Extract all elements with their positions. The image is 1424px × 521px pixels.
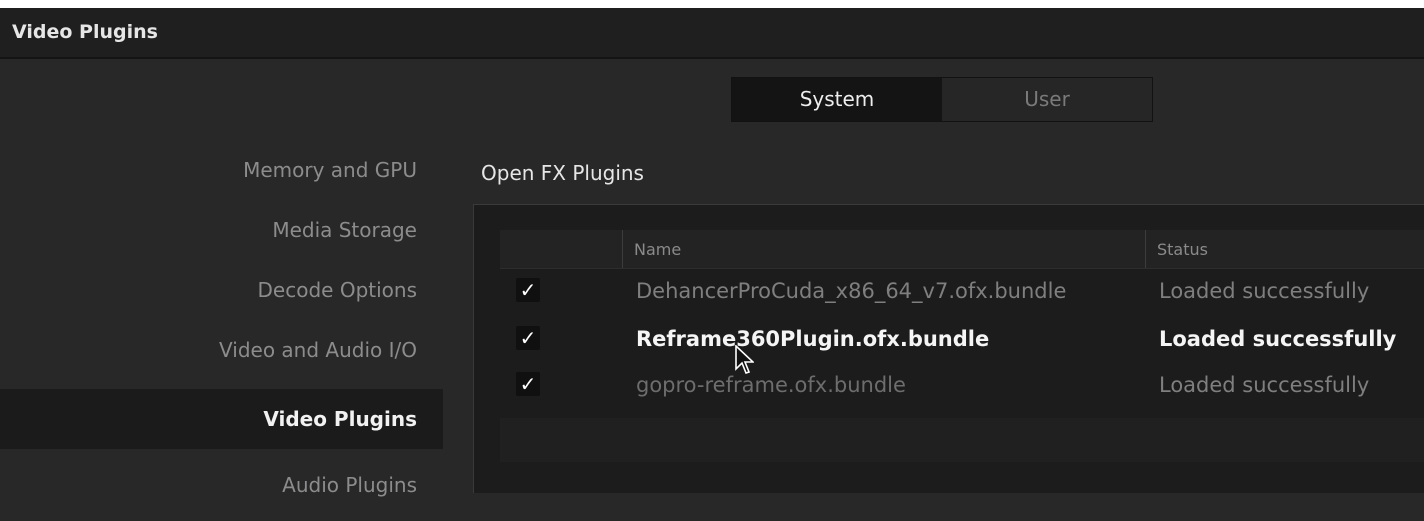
plugin-name: DehancerProCuda_x86_64_v7.ofx.bundle [636,279,1067,303]
plugin-status: Loaded successfully [1159,373,1370,397]
sidebar: Memory and GPU Media Storage Decode Opti… [0,140,443,497]
section-title: Open FX Plugins [481,161,644,185]
plugin-status: Loaded successfully [1159,327,1397,351]
table-row[interactable]: ✓ Reframe360Plugin.ofx.bundle Loaded suc… [500,318,1424,362]
sidebar-item-audio-plugins[interactable]: Audio Plugins [0,449,443,509]
sidebar-item-video-and-audio-io[interactable]: Video and Audio I/O [0,320,443,380]
header-divider [1145,230,1146,268]
title-bar: Video Plugins [0,8,1424,59]
table-row[interactable]: ✓ DehancerProCuda_x86_64_v7.ofx.bundle L… [500,270,1424,314]
system-user-toggle: System User [731,77,1153,122]
header-check-column [500,230,623,268]
header-name[interactable]: Name [634,240,681,259]
plugins-table: Name Status ✓ DehancerProCuda_x86_64_v7.… [500,230,1424,493]
checkmark-icon[interactable]: ✓ [516,326,540,350]
sidebar-item-memory-and-gpu[interactable]: Memory and GPU [0,140,443,200]
checkmark-icon[interactable]: ✓ [516,278,540,302]
mouse-pointer-icon [735,345,754,374]
tab-system[interactable]: System [732,78,942,121]
table-row[interactable]: ✓ gopro-reframe.ofx.bundle Loaded succes… [500,364,1424,408]
sidebar-item-video-plugins[interactable]: Video Plugins [0,389,443,449]
window-title: Video Plugins [12,21,158,43]
sidebar-item-decode-options[interactable]: Decode Options [0,260,443,320]
window-top-strip [0,0,1424,8]
empty-row [500,418,1424,462]
checkmark-icon[interactable]: ✓ [516,372,540,396]
plugin-name: Reframe360Plugin.ofx.bundle [636,327,990,351]
plugin-name: gopro-reframe.ofx.bundle [636,373,906,397]
tab-user[interactable]: User [942,78,1152,121]
header-status[interactable]: Status [1157,240,1208,259]
table-header: Name Status [500,230,1424,269]
sidebar-item-media-storage[interactable]: Media Storage [0,200,443,260]
plugin-status: Loaded successfully [1159,279,1370,303]
